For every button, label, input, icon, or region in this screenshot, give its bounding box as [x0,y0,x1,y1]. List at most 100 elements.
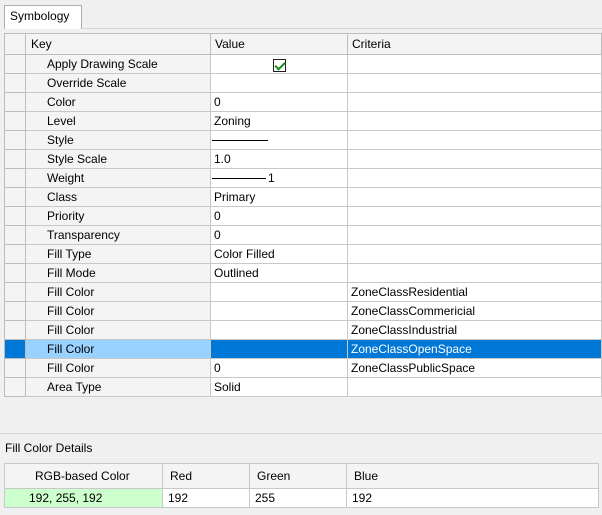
value-cell[interactable] [210,73,348,93]
criteria-cell[interactable] [347,206,602,226]
value-cell[interactable]: Outlined [210,263,348,283]
key-cell[interactable]: Fill Color [25,358,211,378]
key-cell[interactable]: Color [25,92,211,112]
row-selector[interactable] [4,339,26,359]
grid-row[interactable]: Priority 0 [4,206,602,226]
key-cell[interactable]: Weight [25,168,211,188]
value-cell[interactable] [210,282,348,302]
value-cell[interactable]: Primary [210,187,348,207]
key-cell[interactable]: Fill Type [25,244,211,264]
value-cell[interactable] [210,320,348,340]
criteria-cell[interactable]: ZoneClassResidential [347,282,602,302]
blue-cell[interactable]: 192 [346,488,599,508]
value-cell[interactable]: Color Filled [210,244,348,264]
row-selector[interactable] [4,130,26,150]
row-selector[interactable] [4,244,26,264]
value-cell[interactable]: 1 [210,168,348,188]
grid-row[interactable]: Style [4,130,602,150]
row-selector[interactable] [4,187,26,207]
column-header-key[interactable]: Key [25,33,211,55]
criteria-cell[interactable] [347,244,602,264]
red-cell[interactable]: 192 [162,488,250,508]
key-cell[interactable]: Transparency [25,225,211,245]
key-cell[interactable]: Override Scale [25,73,211,93]
criteria-cell[interactable] [347,168,602,188]
criteria-cell[interactable] [347,225,602,245]
grid-row[interactable]: Class Primary [4,187,602,207]
row-selector[interactable] [4,149,26,169]
row-selector[interactable] [4,168,26,188]
value-cell[interactable]: Solid [210,377,348,397]
row-selector[interactable] [4,92,26,112]
criteria-cell[interactable] [347,111,602,131]
grid-row[interactable]: Fill Color 0 ZoneClassPublicSpace [4,358,602,378]
row-selector[interactable] [4,282,26,302]
checkbox-checked[interactable] [273,58,286,72]
green-cell[interactable]: 255 [249,488,347,508]
criteria-cell[interactable] [347,149,602,169]
grid-row[interactable]: Fill Mode Outlined [4,263,602,283]
criteria-cell[interactable] [347,187,602,207]
value-cell[interactable] [210,339,348,359]
value-cell[interactable]: 0 [210,225,348,245]
criteria-cell[interactable]: ZoneClassPublicSpace [347,358,602,378]
column-header-criteria[interactable]: Criteria [347,33,602,55]
grid-row[interactable]: Fill Color ZoneClassResidential [4,282,602,302]
key-cell[interactable]: Fill Color [25,339,211,359]
criteria-cell[interactable] [347,73,602,93]
row-selector[interactable] [4,225,26,245]
key-cell[interactable]: Fill Mode [25,263,211,283]
key-cell[interactable]: Fill Color [25,320,211,340]
column-header-red[interactable]: Red [162,463,250,489]
key-cell[interactable]: Level [25,111,211,131]
key-cell[interactable]: Class [25,187,211,207]
column-header-green[interactable]: Green [249,463,347,489]
key-cell[interactable]: Fill Color [25,301,211,321]
grid-row[interactable]: Apply Drawing Scale [4,54,602,74]
key-cell[interactable]: Style [25,130,211,150]
row-selector[interactable] [4,73,26,93]
key-cell[interactable]: Apply Drawing Scale [25,54,211,74]
criteria-cell[interactable] [347,263,602,283]
grid-row[interactable]: Level Zoning [4,111,602,131]
rgb-color-cell[interactable]: 192, 255, 192 [4,488,163,508]
row-selector[interactable] [4,54,26,74]
key-cell[interactable]: Priority [25,206,211,226]
value-cell[interactable]: Zoning [210,111,348,131]
criteria-cell[interactable] [347,92,602,112]
key-cell[interactable]: Fill Color [25,282,211,302]
column-header-blue[interactable]: Blue [346,463,599,489]
value-cell[interactable]: 1.0 [210,149,348,169]
row-selector[interactable] [4,320,26,340]
value-cell[interactable] [210,301,348,321]
row-selector[interactable] [4,263,26,283]
grid-row[interactable]: Transparency 0 [4,225,602,245]
criteria-cell[interactable] [347,377,602,397]
key-cell[interactable]: Style Scale [25,149,211,169]
row-selector[interactable] [4,358,26,378]
grid-row[interactable]: Fill Color ZoneClassIndustrial [4,320,602,340]
row-selector[interactable] [4,301,26,321]
criteria-cell[interactable]: ZoneClassCommericial [347,301,602,321]
criteria-cell[interactable]: ZoneClassIndustrial [347,320,602,340]
key-cell[interactable]: Area Type [25,377,211,397]
row-selector[interactable] [4,206,26,226]
tab-symbology[interactable]: Symbology [4,5,82,29]
value-cell[interactable] [210,130,348,150]
grid-row[interactable]: Fill Color ZoneClassCommericial [4,301,602,321]
value-cell[interactable] [210,54,348,74]
grid-row[interactable]: Area Type Solid [4,377,602,397]
grid-row[interactable]: Weight 1 [4,168,602,188]
grid-row[interactable]: Color 0 [4,92,602,112]
column-header-rgb[interactable]: RGB-based Color [4,463,163,489]
grid-row[interactable]: Override Scale [4,73,602,93]
criteria-cell[interactable]: ZoneClassOpenSpace [347,339,602,359]
row-selector[interactable] [4,377,26,397]
criteria-cell[interactable] [347,130,602,150]
grid-row[interactable]: Fill Type Color Filled [4,244,602,264]
grid-row[interactable]: Style Scale 1.0 [4,149,602,169]
row-selector[interactable] [4,111,26,131]
value-cell[interactable]: 0 [210,206,348,226]
column-header-value[interactable]: Value [210,33,348,55]
criteria-cell[interactable] [347,54,602,74]
